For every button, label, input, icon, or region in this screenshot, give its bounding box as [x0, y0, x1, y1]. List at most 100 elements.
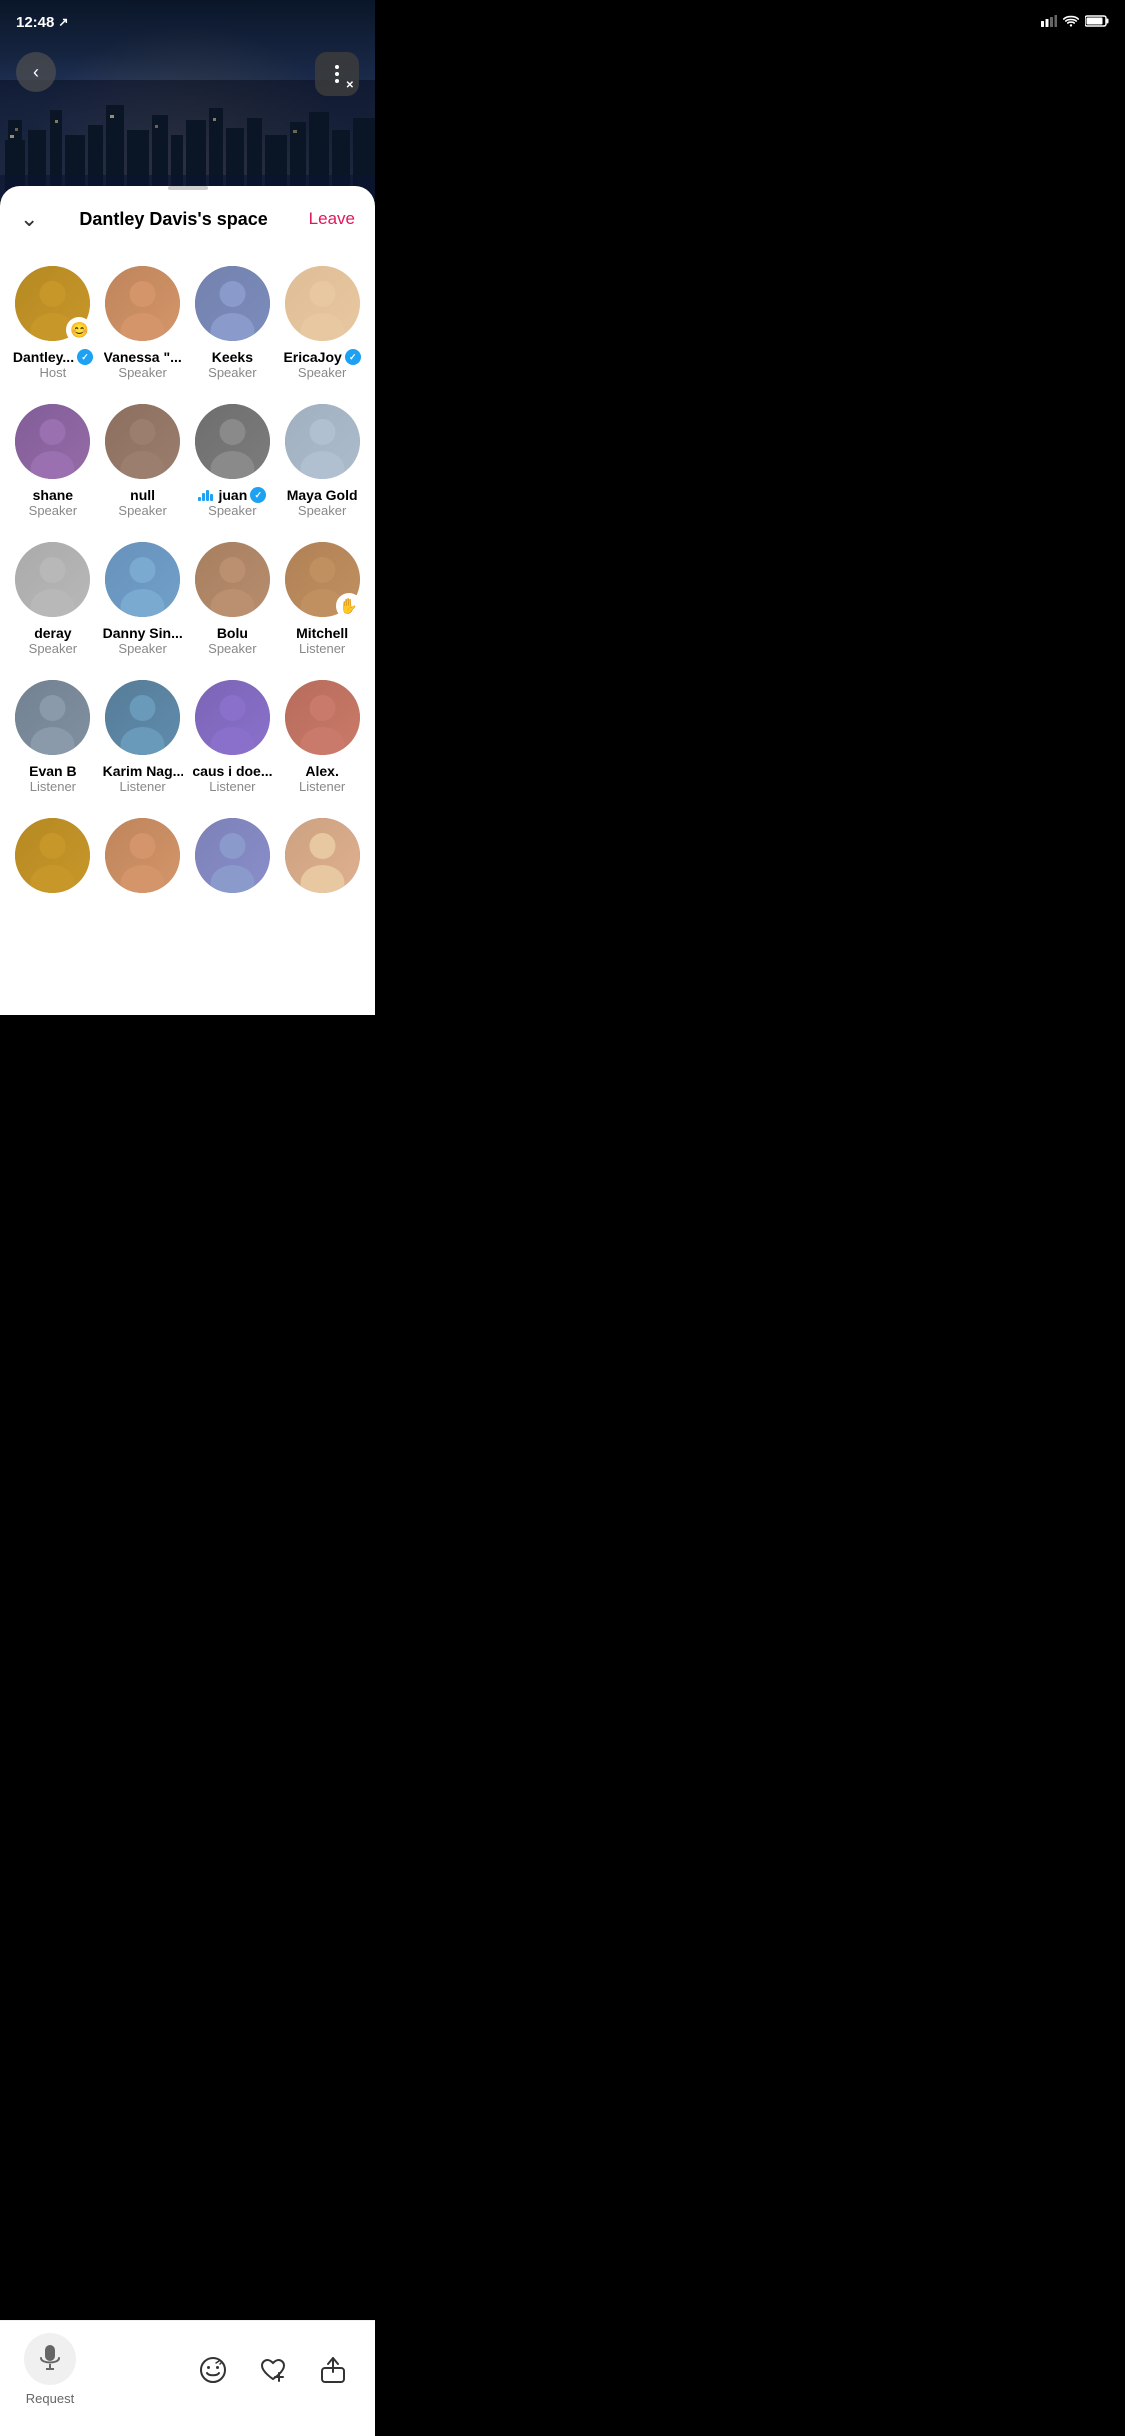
- participant-name: Keeks: [212, 349, 253, 365]
- avatar: [15, 542, 90, 617]
- participant-cell[interactable]: Alex.Listener: [277, 670, 367, 808]
- participant-role: Speaker: [118, 365, 166, 380]
- name-role-wrap: MitchellListener: [296, 625, 348, 656]
- chevron-down-icon[interactable]: ⌄: [20, 206, 38, 232]
- participant-name-text: caus i doe...: [192, 763, 272, 779]
- participant-role: Speaker: [118, 503, 166, 518]
- share-button[interactable]: [315, 2352, 351, 2388]
- audio-indicator: [198, 489, 213, 501]
- emoji-button[interactable]: [195, 2352, 231, 2388]
- name-role-wrap: deraySpeaker: [29, 625, 77, 656]
- name-role-wrap: Maya GoldSpeaker: [287, 487, 358, 518]
- request-label: Request: [26, 2391, 74, 2406]
- participant-cell[interactable]: Karim Nag...Listener: [98, 670, 188, 808]
- participant-cell[interactable]: BoluSpeaker: [188, 532, 278, 670]
- avatar: [105, 818, 180, 893]
- participant-name: Evan B: [29, 763, 76, 779]
- participant-cell[interactable]: 😊 Dantley...✓Host: [8, 256, 98, 394]
- participant-cell[interactable]: Evan BListener: [8, 670, 98, 808]
- name-role-wrap: juan✓Speaker: [198, 487, 266, 518]
- avatar: [285, 404, 360, 479]
- avatar: [195, 680, 270, 755]
- avatar: [105, 404, 180, 479]
- participant-cell[interactable]: Danny Sin...Speaker: [98, 532, 188, 670]
- name-role-wrap: shaneSpeaker: [29, 487, 77, 518]
- name-role-wrap: Vanessa "...Speaker: [104, 349, 182, 380]
- participant-role: Speaker: [208, 641, 256, 656]
- avatar-wrapper: [195, 404, 270, 479]
- participant-name: deray: [34, 625, 71, 641]
- audio-bar: [202, 493, 205, 501]
- participant-cell[interactable]: [98, 808, 188, 915]
- name-role-wrap: Evan BListener: [29, 763, 76, 794]
- participant-role: Speaker: [29, 641, 77, 656]
- avatar: [285, 680, 360, 755]
- participant-role: Speaker: [298, 365, 346, 380]
- participant-cell[interactable]: caus i doe...Listener: [188, 670, 278, 808]
- participant-cell[interactable]: [277, 808, 367, 915]
- name-role-wrap: BoluSpeaker: [208, 625, 256, 656]
- name-role-wrap: nullSpeaker: [118, 487, 166, 518]
- participant-role: Speaker: [118, 641, 166, 656]
- request-mic-section: Request: [24, 2333, 76, 2406]
- participant-role: Speaker: [29, 503, 77, 518]
- heart-plus-icon: [259, 2356, 287, 2384]
- participant-name: Bolu: [217, 625, 248, 641]
- status-time: 12:48 ↗: [16, 14, 68, 31]
- back-button[interactable]: ‹: [16, 52, 56, 92]
- participant-name: caus i doe...: [192, 763, 272, 779]
- audio-bar: [210, 494, 213, 501]
- status-bar: 12:48 ↗: [0, 0, 1125, 44]
- space-title: Dantley Davis's space: [38, 209, 308, 230]
- location-icon: ↗: [58, 15, 68, 29]
- avatar-wrapper: [15, 542, 90, 617]
- dot-1: [335, 65, 339, 69]
- participant-cell[interactable]: shaneSpeaker: [8, 394, 98, 532]
- avatar: [285, 266, 360, 341]
- participant-cell[interactable]: Vanessa "...Speaker: [98, 256, 188, 394]
- verified-badge: ✓: [250, 487, 266, 503]
- signal-icon: [1041, 15, 1057, 30]
- more-menu-button[interactable]: ✕: [315, 52, 359, 96]
- like-button[interactable]: [255, 2352, 291, 2388]
- participant-name-text: juan: [218, 487, 247, 503]
- avatar-wrapper: 😊: [15, 266, 90, 341]
- avatar-wrapper: [285, 680, 360, 755]
- avatar: [105, 542, 180, 617]
- participant-cell[interactable]: ✋MitchellListener: [277, 532, 367, 670]
- participant-role: Host: [40, 365, 67, 380]
- participant-cell[interactable]: [8, 808, 98, 915]
- name-role-wrap: Alex.Listener: [299, 763, 345, 794]
- participant-cell[interactable]: nullSpeaker: [98, 394, 188, 532]
- avatar: [195, 266, 270, 341]
- participant-cell[interactable]: EricaJoy✓Speaker: [277, 256, 367, 394]
- audio-bar: [198, 497, 201, 501]
- avatar-wrapper: [285, 266, 360, 341]
- participant-role: Listener: [30, 779, 76, 794]
- avatar-wrapper: [105, 680, 180, 755]
- participant-name-text: Danny Sin...: [103, 625, 183, 641]
- participant-name: juan✓: [198, 487, 266, 503]
- leave-button[interactable]: Leave: [309, 209, 355, 229]
- participant-cell[interactable]: [188, 808, 278, 915]
- mic-button[interactable]: [24, 2333, 76, 2385]
- participant-cell[interactable]: Maya GoldSpeaker: [277, 394, 367, 532]
- participant-name-text: Dantley...: [13, 349, 74, 365]
- avatar-wrapper: [105, 404, 180, 479]
- participant-cell[interactable]: deraySpeaker: [8, 532, 98, 670]
- participant-name-text: Maya Gold: [287, 487, 358, 503]
- participant-role: Listener: [299, 641, 345, 656]
- participant-name-text: Keeks: [212, 349, 253, 365]
- participant-name-text: Karim Nag...: [103, 763, 183, 779]
- avatar-wrapper: [195, 680, 270, 755]
- participant-name: Alex.: [305, 763, 338, 779]
- avatar-wrapper: [195, 266, 270, 341]
- name-role-wrap: Dantley...✓Host: [13, 349, 93, 380]
- name-role-wrap: KeeksSpeaker: [208, 349, 256, 380]
- participant-cell[interactable]: KeeksSpeaker: [188, 256, 278, 394]
- participant-name: Karim Nag...: [103, 763, 183, 779]
- participant-name-text: Mitchell: [296, 625, 348, 641]
- participant-cell[interactable]: juan✓Speaker: [188, 394, 278, 532]
- status-icons: [1041, 15, 1109, 30]
- battery-icon: [1085, 15, 1109, 30]
